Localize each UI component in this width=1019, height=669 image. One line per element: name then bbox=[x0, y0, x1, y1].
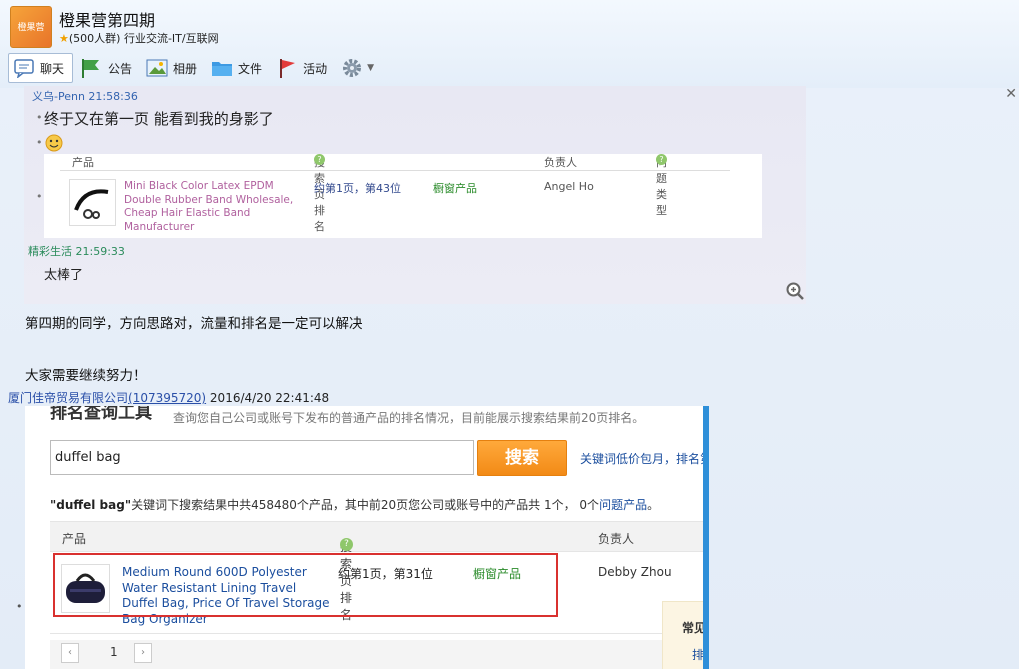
product-type: 橱窗产品 bbox=[433, 182, 477, 195]
chat-icon bbox=[14, 59, 34, 78]
zoom-in-icon[interactable] bbox=[786, 282, 804, 300]
chat-screenshot-2[interactable]: 排名查询工具 查询您自己公司或账号下发布的普通产品的排名情况，目前能展示搜索结果… bbox=[25, 406, 709, 669]
group-header: 橙果营 橙果营第四期 ★(500人群) 行业交流-IT/互联网 聊天 公告 相册… bbox=[0, 0, 1019, 88]
bullet-dot: • bbox=[36, 136, 43, 149]
chat-message-line: 大家需要继续努力！ bbox=[25, 368, 147, 384]
owner-name: Debby Zhou bbox=[598, 565, 672, 579]
tab-chat[interactable]: 聊天 bbox=[8, 53, 74, 83]
event-flag-icon bbox=[280, 59, 296, 78]
embedded-message: 终于又在第一页 能看到我的身影了 bbox=[44, 110, 274, 128]
promo-link: 关键词低价包月，排名第 bbox=[580, 452, 709, 466]
sender-name[interactable]: 厦门佳帝贸易有限公司 bbox=[8, 391, 128, 405]
message-sender: 厦门佳帝贸易有限公司(107395720) 2016/4/20 22:41:48 bbox=[8, 389, 329, 406]
page-number: 1 bbox=[110, 645, 118, 659]
message-time: 2016/4/20 22:41:48 bbox=[209, 391, 330, 405]
embedded-sender: 精彩生活 21:59:33 bbox=[28, 245, 125, 258]
tab-files[interactable]: 文件 bbox=[207, 53, 270, 83]
bullet-dot: • bbox=[36, 111, 43, 124]
sender-qq-link[interactable]: (107395720) bbox=[128, 391, 206, 405]
faq-panel: 常见 排 bbox=[662, 601, 709, 669]
embedded-sender: 义乌-Penn 21:58:36 bbox=[32, 90, 138, 103]
chat-screenshot-1[interactable]: 义乌-Penn 21:58:36 • 终于又在第一页 能看到我的身影了 • • … bbox=[24, 86, 806, 304]
tool-title: 排名查询工具 bbox=[50, 406, 152, 423]
product-name-link: Mini Black Color Latex EPDM Double Rubbe… bbox=[124, 180, 294, 233]
help-icon: ? bbox=[656, 154, 667, 165]
flag-icon bbox=[82, 59, 100, 78]
bullet-dot: • bbox=[16, 600, 23, 613]
rank-value: 约第1页，第43位 bbox=[314, 182, 401, 195]
tab-bar: 聊天 公告 相册 文件 活动 ▼ bbox=[8, 52, 378, 84]
embedded-message: 太棒了 bbox=[44, 268, 84, 283]
tab-events[interactable]: 活动 bbox=[272, 53, 335, 83]
search-summary: "duffel bag"关键词下搜索结果中共458480个产品，其中前20页您公… bbox=[50, 498, 660, 512]
next-page-icon: › bbox=[134, 643, 152, 663]
bullet-dot: • bbox=[36, 190, 43, 203]
table-header: 产品 搜索页排名 ? 负责人 问题类型 ? bbox=[60, 154, 730, 233]
keyword-search-input: duffel bag bbox=[50, 440, 474, 475]
tool-description: 查询您自己公司或账号下发布的普通产品的排名情况，目前能展示搜索结果前20页排名。 bbox=[173, 411, 645, 425]
highlight-box bbox=[53, 553, 558, 617]
group-title: 橙果营第四期 bbox=[59, 11, 156, 30]
table-header: 产品 搜索页排名 ? 负责人 bbox=[50, 521, 709, 622]
screenshot-scrollbar bbox=[703, 406, 709, 669]
star-icon: ★ bbox=[59, 32, 69, 45]
gear-icon bbox=[343, 59, 362, 77]
chat-message-line: 第四期的同学，方向思路对，流量和排名是一定可以解决 bbox=[25, 316, 363, 332]
group-avatar[interactable]: 橙果营 bbox=[10, 6, 52, 48]
image-icon bbox=[146, 59, 168, 77]
help-icon: ? bbox=[340, 538, 353, 551]
group-subtitle: ★(500人群) 行业交流-IT/互联网 bbox=[59, 32, 219, 45]
prev-page-icon: ‹ bbox=[61, 643, 79, 663]
search-button: 搜索 bbox=[477, 440, 567, 476]
group-logo-text: 橙果营 bbox=[17, 23, 45, 33]
tab-announcement[interactable]: 公告 bbox=[75, 53, 140, 83]
chevron-down-icon: ▼ bbox=[367, 63, 374, 73]
product-thumbnail bbox=[69, 179, 116, 226]
pagination: ‹ 1 › bbox=[50, 640, 709, 669]
embedded-rank-table: 产品 搜索页排名 ? 负责人 问题类型 ? Mini Black Color L… bbox=[44, 154, 762, 238]
help-icon: ? bbox=[314, 154, 325, 165]
rubber-band-image bbox=[74, 189, 109, 219]
owner-name: Angel Ho bbox=[544, 180, 594, 193]
settings-menu[interactable]: ▼ bbox=[337, 53, 378, 83]
problem-products-link: 问题产品 bbox=[599, 498, 648, 512]
close-icon[interactable]: ✕ bbox=[1005, 86, 1017, 102]
tab-album[interactable]: 相册 bbox=[142, 53, 205, 83]
folder-icon bbox=[212, 62, 233, 76]
